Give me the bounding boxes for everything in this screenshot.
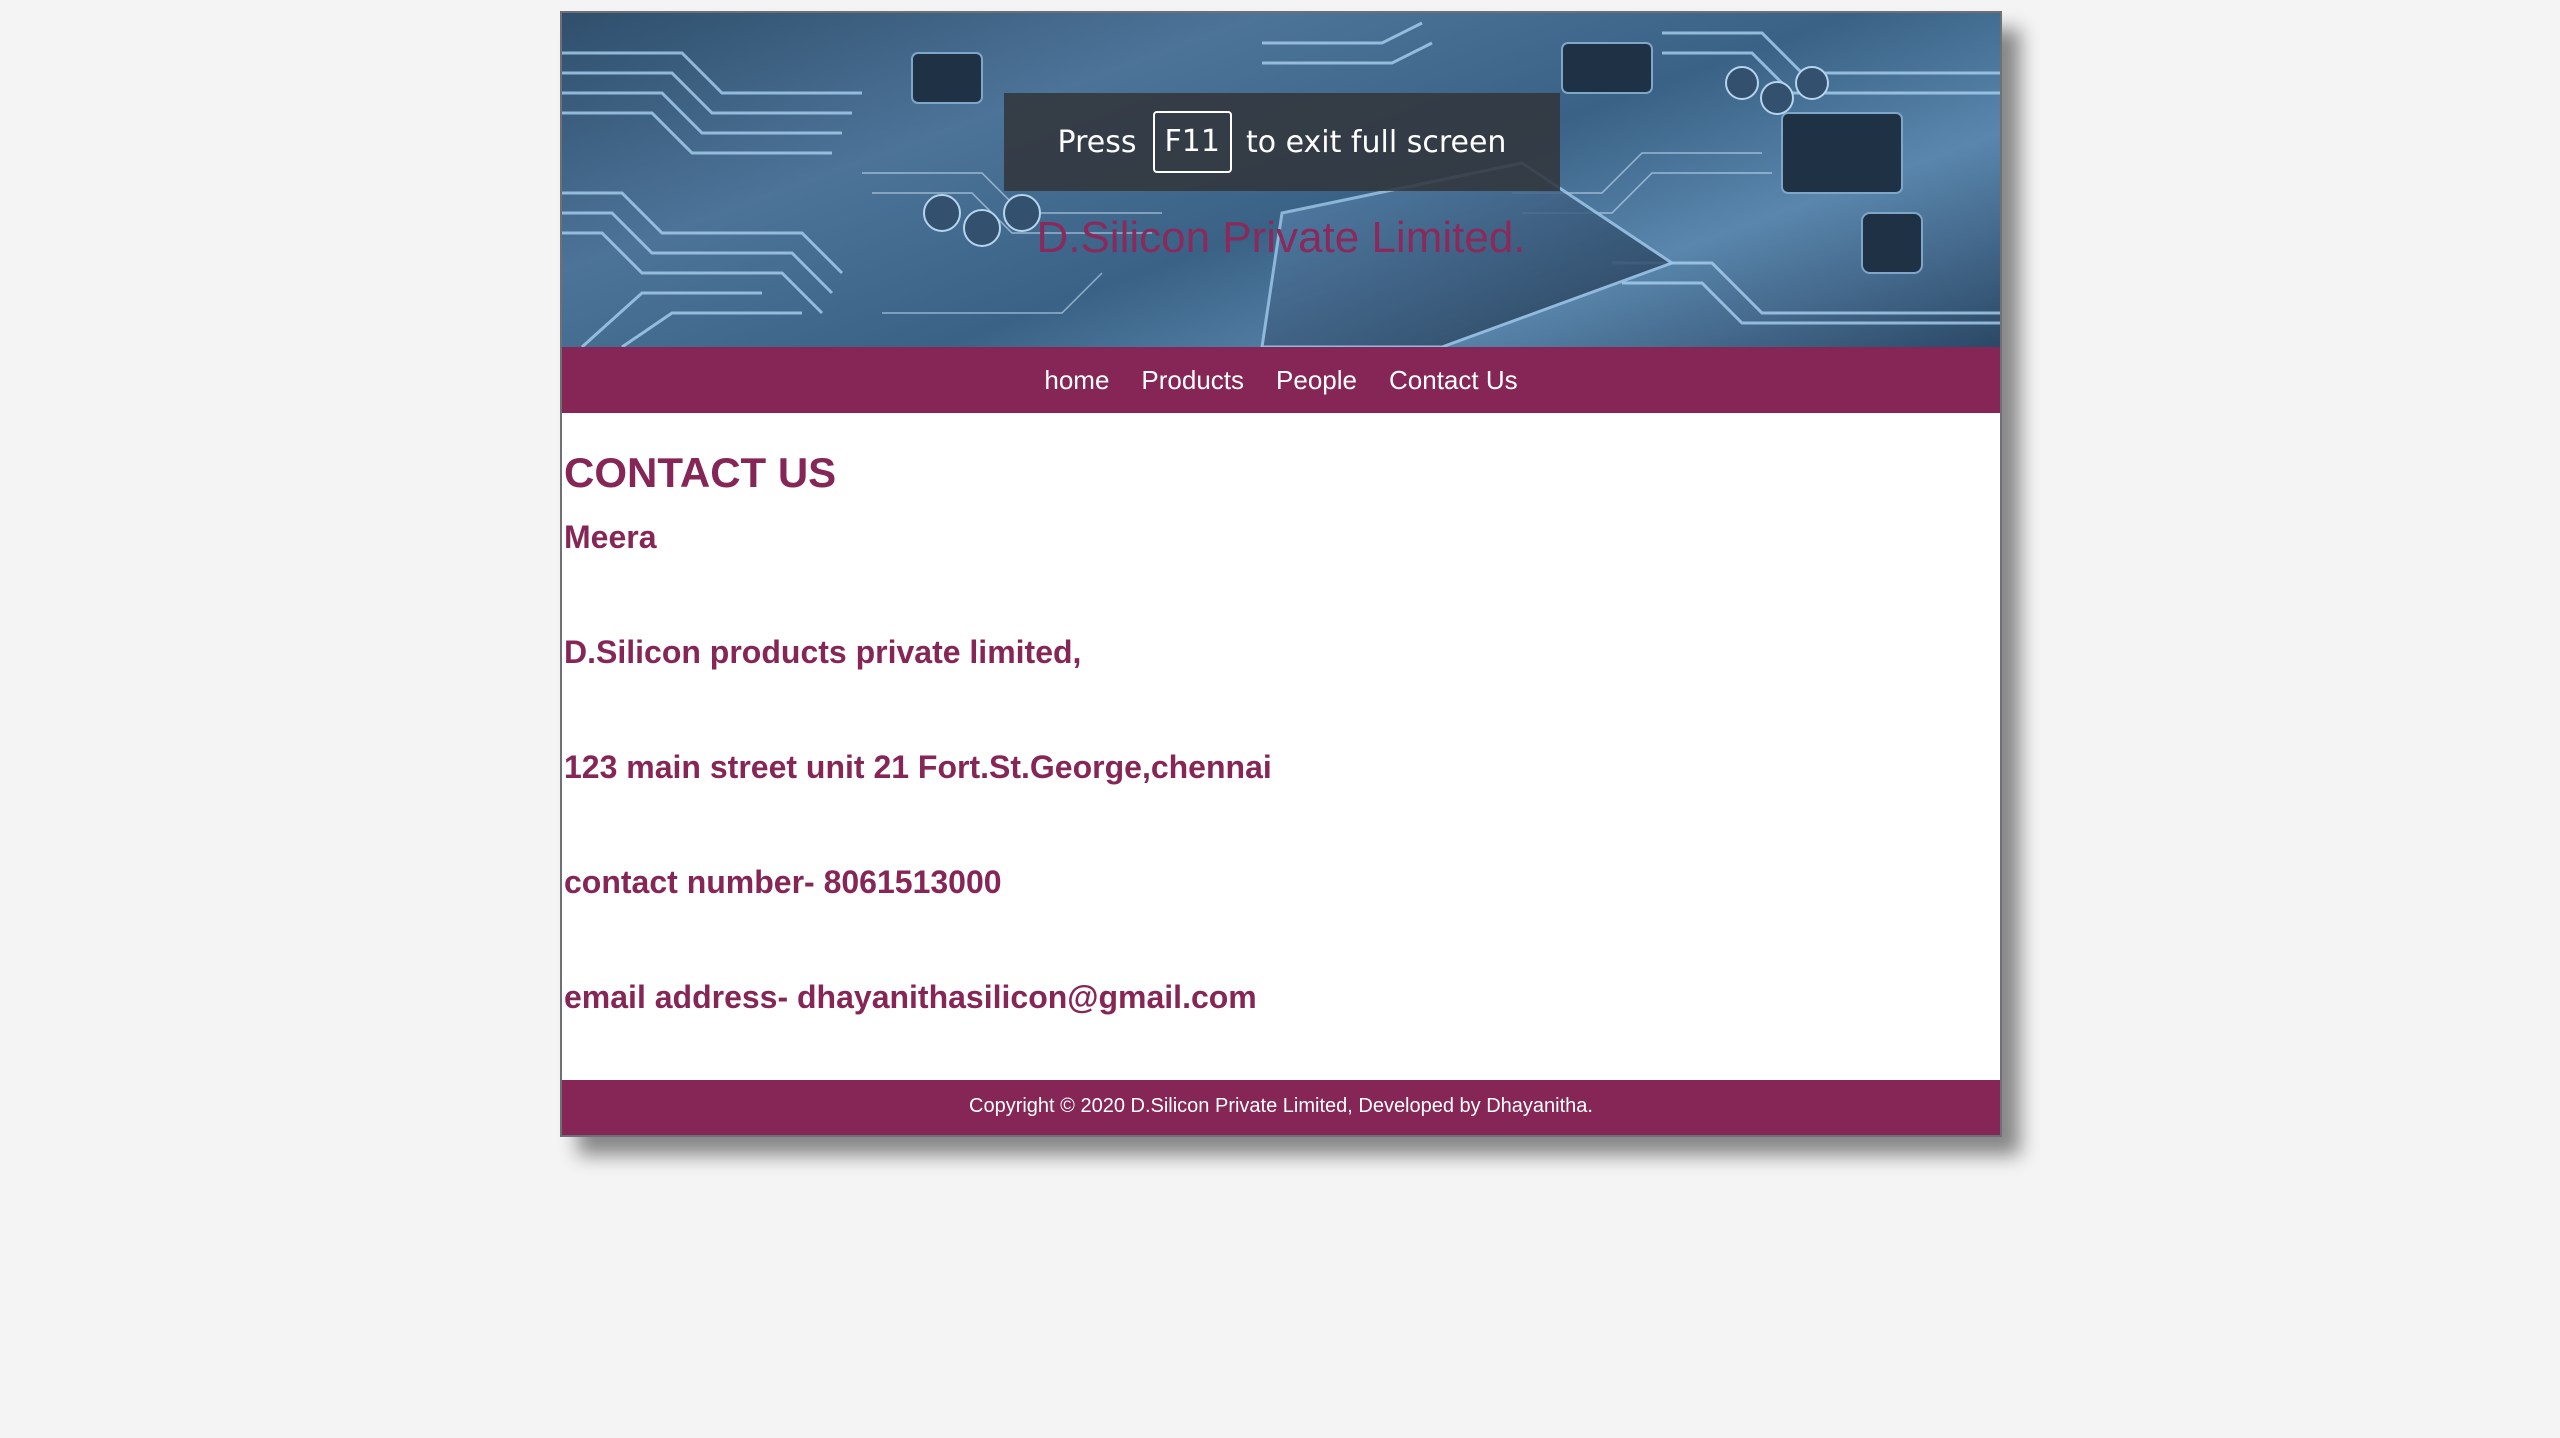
- nav-link-products[interactable]: Products: [1141, 365, 1244, 396]
- contact-phone: contact number- 8061513000: [564, 864, 1002, 900]
- footer-copyright: Copyright © 2020 D.Silicon Private Limit…: [969, 1095, 1593, 1117]
- fullscreen-notice: Press F11 to exit full screen: [1004, 93, 1560, 191]
- nav-link-people[interactable]: People: [1276, 365, 1357, 396]
- company-title: D.Silicon Private Limited.: [1036, 213, 1526, 262]
- header-banner: D.Silicon Private Limited. Press F11 to …: [562, 13, 2000, 347]
- fullscreen-notice-suffix: to exit full screen: [1245, 124, 1507, 160]
- nav-link-home[interactable]: home: [1044, 365, 1109, 396]
- contact-address: 123 main street unit 21 Fort.St.George,c…: [564, 749, 1272, 785]
- footer: Copyright © 2020 D.Silicon Private Limit…: [562, 1080, 2000, 1135]
- contact-company: D.Silicon products private limited,: [564, 634, 1082, 670]
- contact-name: Meera: [564, 519, 657, 555]
- nav-link-contact-us[interactable]: Contact Us: [1389, 365, 1518, 396]
- main-nav: home Products People Contact Us: [562, 347, 2000, 413]
- fullscreen-notice-prefix: Press: [1057, 124, 1137, 160]
- f11-key-badge: F11: [1152, 111, 1232, 173]
- contact-email: email address- dhayanithasilicon@gmail.c…: [564, 979, 1257, 1015]
- contact-heading: CONTACT US: [564, 449, 837, 496]
- page-container: D.Silicon Private Limited. Press F11 to …: [560, 11, 2002, 1137]
